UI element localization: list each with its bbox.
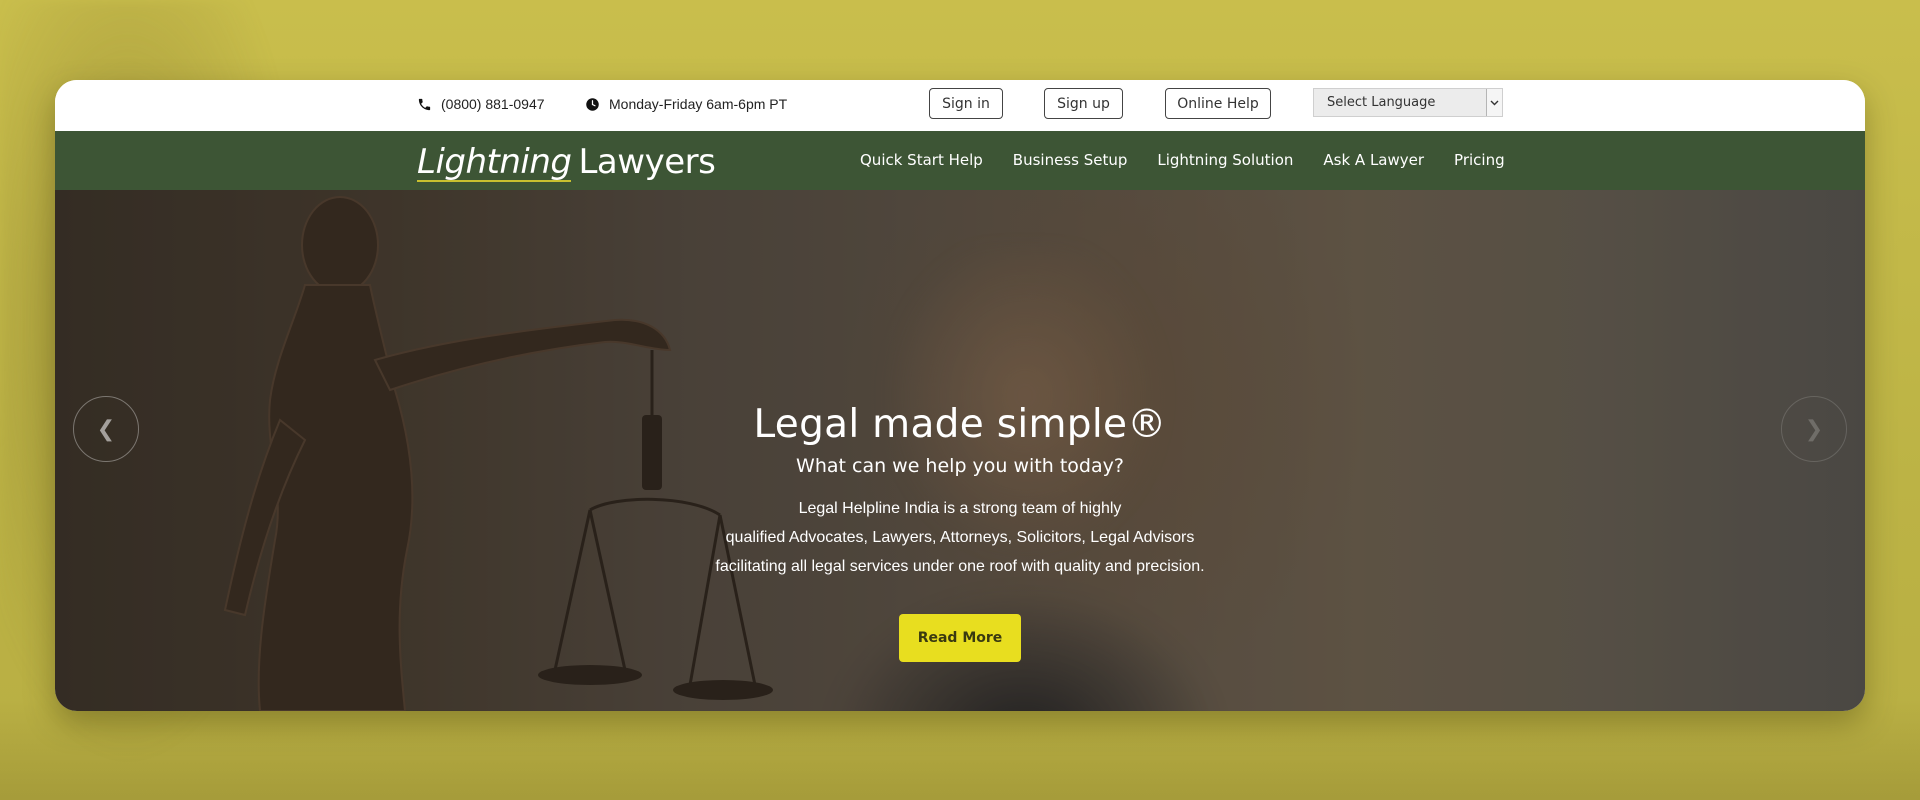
hero-description-line: Legal Helpline India is a strong team of… xyxy=(798,500,1122,517)
read-more-button[interactable]: Read More xyxy=(899,614,1021,662)
logo-word-text: Lawyers xyxy=(578,142,716,182)
online-help-button[interactable]: Online Help xyxy=(1165,88,1271,119)
hero-title: Legal made simple® xyxy=(753,402,1167,447)
main-navbar: Lightning Lawyers Quick Start Help Busin… xyxy=(55,131,1865,190)
hero-content: Legal made simple® What can we help you … xyxy=(55,402,1865,662)
logo-italic-text: Lightning xyxy=(417,142,572,182)
hero-description-line: qualified Advocates, Lawyers, Attorneys,… xyxy=(725,529,1195,546)
nav-item-pricing[interactable]: Pricing xyxy=(1454,151,1505,169)
nav-item-ask-a-lawyer[interactable]: Ask A Lawyer xyxy=(1323,151,1424,169)
primary-nav: Quick Start Help Business Setup Lightnin… xyxy=(860,151,1505,169)
sign-in-button[interactable]: Sign in xyxy=(929,88,1003,119)
language-select-value: Select Language xyxy=(1327,95,1436,110)
site-logo[interactable]: Lightning Lawyers xyxy=(417,142,716,182)
clock-icon xyxy=(586,97,599,111)
hero-description-line: facilitating all legal services under on… xyxy=(715,558,1205,575)
hero-description: Legal Helpline India is a strong team of… xyxy=(55,494,1865,581)
chevron-down-icon[interactable] xyxy=(1486,89,1502,116)
language-select[interactable]: Select Language xyxy=(1313,88,1503,117)
phone-icon xyxy=(418,98,431,110)
backdrop-bottom-shadow xyxy=(0,700,1920,800)
website-window: (0800) 881-0947 Monday-Friday 6am-6pm PT… xyxy=(55,80,1865,711)
nav-item-lightning-solution[interactable]: Lightning Solution xyxy=(1157,151,1293,169)
hero-subtitle: What can we help you with today? xyxy=(796,455,1124,477)
phone-contact[interactable]: (0800) 881-0947 xyxy=(417,96,545,112)
hours-text: Monday-Friday 6am-6pm PT xyxy=(609,96,788,112)
sign-up-button[interactable]: Sign up xyxy=(1044,88,1123,119)
top-utility-bar: (0800) 881-0947 Monday-Friday 6am-6pm PT… xyxy=(55,80,1865,132)
phone-number: (0800) 881-0947 xyxy=(441,96,545,112)
nav-item-quick-start-help[interactable]: Quick Start Help xyxy=(860,151,983,169)
hero-slider: ❮ ❯ Legal made simple® What can we help … xyxy=(55,190,1865,711)
business-hours: Monday-Friday 6am-6pm PT xyxy=(585,96,787,112)
nav-item-business-setup[interactable]: Business Setup xyxy=(1013,151,1128,169)
